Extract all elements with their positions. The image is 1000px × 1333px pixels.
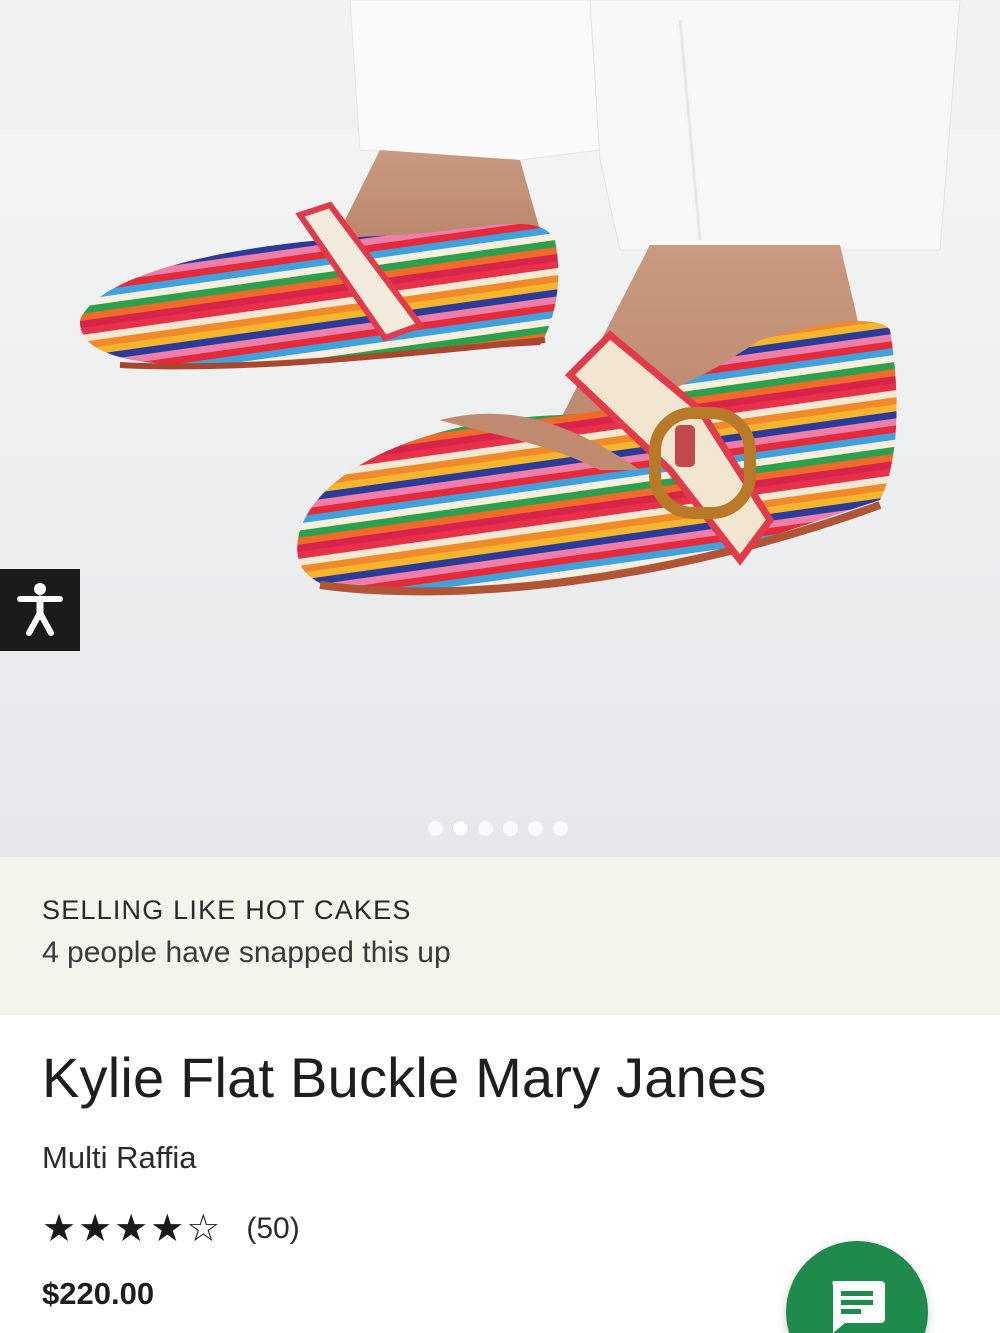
rating-stars-icon: ★★★★☆ bbox=[42, 1208, 223, 1250]
promo-banner: SELLING LIKE HOT CAKES 4 people have sna… bbox=[0, 857, 1000, 1015]
gallery-dot[interactable] bbox=[503, 821, 518, 836]
review-count-link[interactable]: (50) bbox=[246, 1212, 299, 1246]
chat-button[interactable] bbox=[786, 1241, 928, 1333]
product-title: Kylie Flat Buckle Mary Janes bbox=[42, 1046, 767, 1109]
promo-subtitle: 4 people have snapped this up bbox=[42, 936, 451, 969]
gallery-dot[interactable] bbox=[528, 821, 543, 836]
product-rating[interactable]: ★★★★☆ (50) bbox=[42, 1206, 300, 1251]
gallery-dot[interactable] bbox=[478, 821, 493, 836]
gallery-pagination[interactable] bbox=[428, 821, 568, 836]
product-photo bbox=[0, 0, 1000, 857]
accessibility-person-icon bbox=[17, 583, 63, 636]
product-price: $220.00 bbox=[42, 1276, 155, 1311]
accessibility-button[interactable] bbox=[0, 569, 80, 651]
product-variant: Multi Raffia bbox=[42, 1140, 197, 1175]
gallery-dot-active[interactable] bbox=[453, 821, 468, 836]
product-image-gallery[interactable] bbox=[0, 0, 1000, 857]
chat-message-icon bbox=[832, 1281, 885, 1333]
gallery-dot[interactable] bbox=[553, 821, 568, 836]
promo-title: SELLING LIKE HOT CAKES bbox=[42, 895, 412, 925]
gallery-dot[interactable] bbox=[428, 821, 443, 836]
